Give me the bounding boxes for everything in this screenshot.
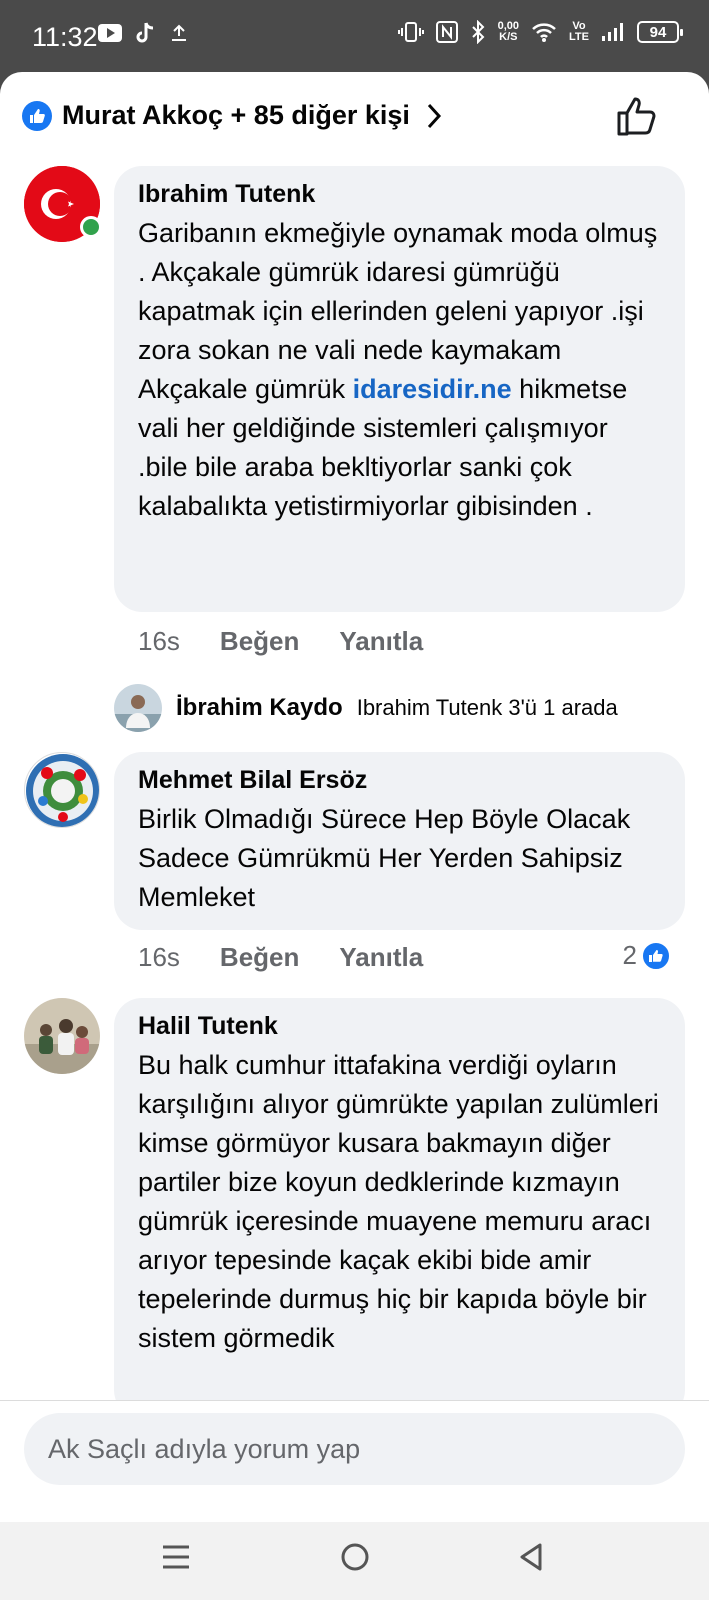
online-indicator bbox=[80, 216, 102, 238]
comment-bubble[interactable]: Mehmet Bilal Ersöz Birlik Olmadığı Sürec… bbox=[114, 752, 685, 930]
volte-bottom: LTE bbox=[569, 31, 589, 43]
comment-time: 16s bbox=[138, 942, 180, 972]
menu-icon[interactable] bbox=[162, 1542, 190, 1572]
tiktok-icon bbox=[136, 22, 154, 43]
chevron-right-icon bbox=[427, 103, 441, 128]
reaction-count-value: 2 bbox=[622, 940, 637, 970]
vibrate-icon bbox=[397, 22, 424, 42]
reply-text: Ibrahim Tutenk 3'ü 1 arada bbox=[356, 695, 618, 720]
wifi-icon bbox=[532, 23, 556, 42]
reply-avatar bbox=[114, 684, 162, 732]
likes-text: Murat Akkoç + 85 diğer kişi bbox=[62, 100, 410, 130]
group-photo-icon bbox=[24, 998, 100, 1074]
comments-sheet: Murat Akkoç + 85 diğer kişi Ibrahim Tute… bbox=[0, 72, 709, 1522]
comment-bubble[interactable]: Halil Tutenk Bu halk cumhur ittafakina v… bbox=[114, 998, 685, 1418]
comment-actions: 16s Beğen Yanıtla bbox=[138, 942, 423, 973]
like-button[interactable]: Beğen bbox=[220, 626, 299, 657]
reply-button[interactable]: Yanıtla bbox=[339, 942, 423, 973]
system-nav-bar bbox=[0, 1522, 709, 1600]
like-button[interactable]: Beğen bbox=[220, 942, 299, 973]
status-left-icons bbox=[98, 22, 188, 44]
signal-icon bbox=[602, 23, 623, 41]
comment-time: 16s bbox=[138, 626, 180, 656]
comment-link[interactable]: idaresidir.ne bbox=[353, 374, 512, 404]
home-icon[interactable] bbox=[340, 1542, 370, 1572]
upload-icon bbox=[172, 24, 186, 41]
status-bar: 11:32 0,00 K/S Vo LTE 94 bbox=[0, 0, 709, 72]
comment-actions: 16s Beğen Yanıtla bbox=[138, 626, 423, 657]
comment-text: Birlik Olmadığı Sürece Hep Böyle Olacak … bbox=[138, 804, 631, 912]
youtube-icon bbox=[98, 24, 122, 42]
status-time: 11:32 bbox=[32, 22, 98, 52]
reply-preview[interactable]: İbrahim Kaydo Ibrahim Tutenk 3'ü 1 arada bbox=[114, 684, 618, 732]
net-speed-unit: K/S bbox=[499, 31, 518, 43]
composer-area: Ak Saçlı adıyla yorum yap bbox=[0, 1400, 709, 1522]
likes-summary[interactable]: Murat Akkoç + 85 diğer kişi bbox=[22, 100, 442, 131]
comment-text: Bu halk cumhur ittafakina verdiği oyları… bbox=[138, 1050, 659, 1353]
avatar[interactable] bbox=[24, 752, 100, 828]
like-reaction-icon bbox=[641, 940, 671, 971]
reply-author: İbrahim Kaydo bbox=[176, 694, 343, 721]
bluetooth-icon bbox=[471, 20, 485, 44]
comment-author[interactable]: Ibrahim Tutenk bbox=[138, 178, 661, 210]
comment-text: Garibanın ekmeğiyle oynamak moda olmuş .… bbox=[138, 214, 661, 526]
like-thumb-icon[interactable] bbox=[615, 94, 659, 138]
comment-author[interactable]: Halil Tutenk bbox=[138, 1010, 661, 1042]
reply-button[interactable]: Yanıtla bbox=[339, 626, 423, 657]
avatar[interactable] bbox=[24, 998, 100, 1074]
volte-indicator: Vo LTE bbox=[569, 21, 589, 43]
back-icon[interactable] bbox=[518, 1542, 544, 1572]
comment-author[interactable]: Mehmet Bilal Ersöz bbox=[138, 764, 661, 796]
net-speed: 0,00 K/S bbox=[498, 21, 519, 43]
comment-bubble[interactable]: Ibrahim Tutenk Garibanın ekmeğiyle oynam… bbox=[114, 166, 685, 612]
status-right-icons: 0,00 K/S Vo LTE 94 bbox=[397, 20, 683, 44]
comment-input[interactable]: Ak Saçlı adıyla yorum yap bbox=[24, 1413, 685, 1485]
battery-level: 94 bbox=[649, 23, 667, 41]
emblem-icon bbox=[26, 754, 99, 827]
like-reaction-icon bbox=[22, 100, 52, 131]
reaction-count[interactable]: 2 bbox=[623, 940, 671, 971]
nfc-icon bbox=[435, 21, 458, 43]
battery-indicator: 94 bbox=[637, 21, 683, 43]
